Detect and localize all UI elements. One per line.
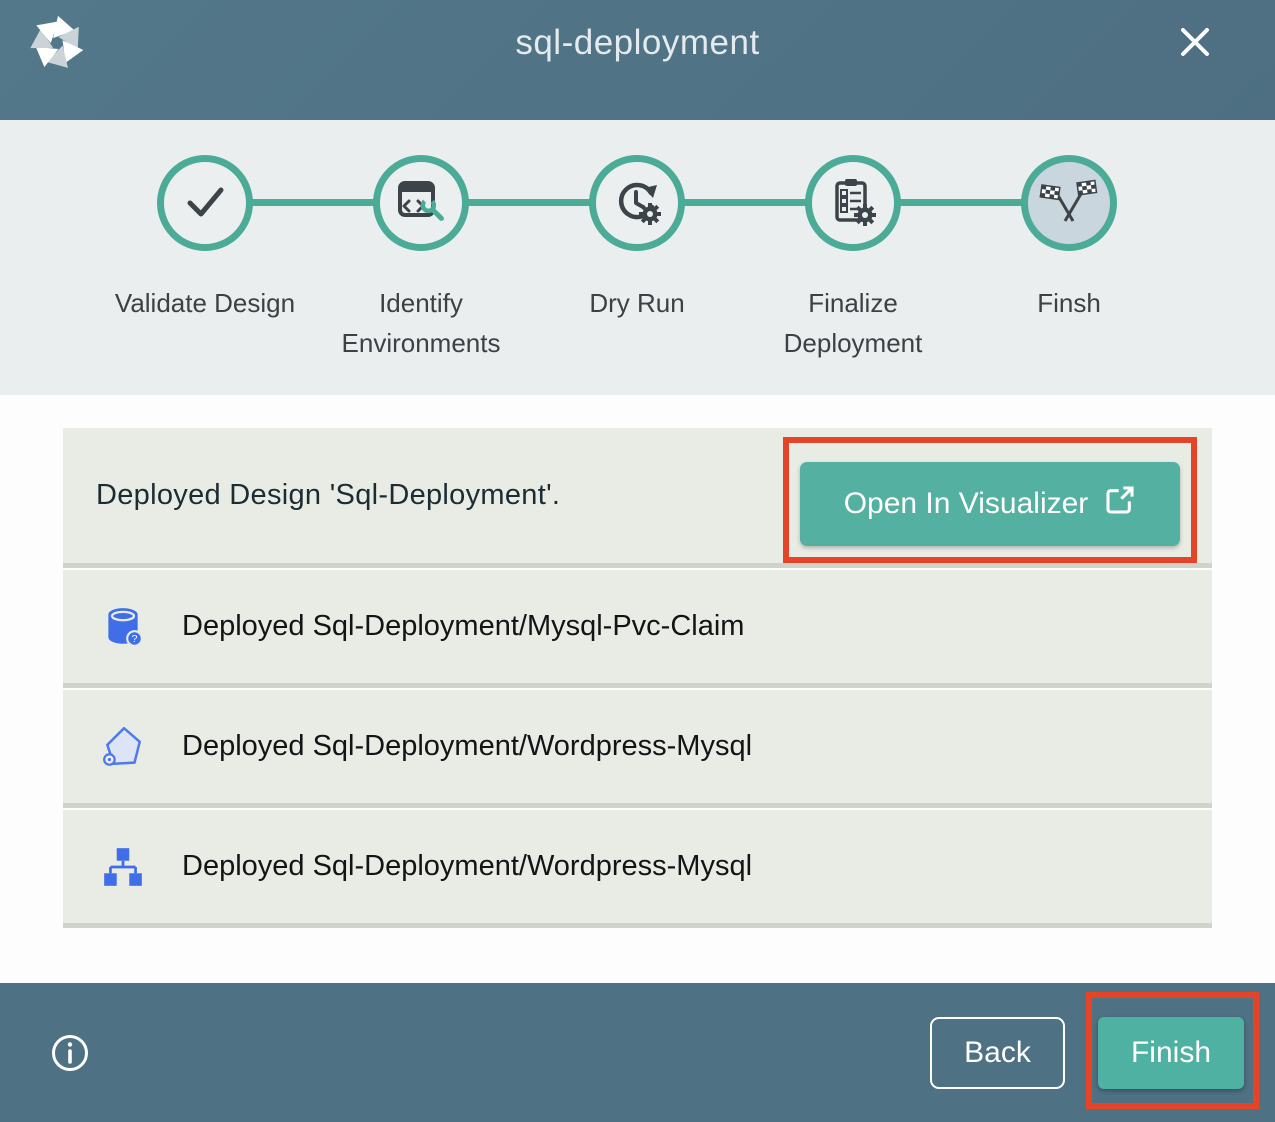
step-identify-environments: Identify Environments bbox=[313, 120, 529, 363]
result-row-text: Deployed Sql-Deployment/Mysql-Pvc-Claim bbox=[182, 610, 744, 643]
svg-text:?: ? bbox=[132, 634, 138, 645]
result-row-pvc-claim: ? Deployed Sql-Deployment/Mysql-Pvc-Clai… bbox=[63, 570, 1212, 688]
step-circle bbox=[373, 155, 469, 251]
dry-run-sync-gear-icon bbox=[609, 173, 665, 234]
result-row-wordpress-mysql-2: Deployed Sql-Deployment/Wordpress-Mysql bbox=[63, 810, 1212, 928]
step-finish: Finsh bbox=[961, 120, 1177, 363]
step-label: Validate Design bbox=[105, 283, 305, 323]
step-circle bbox=[589, 155, 685, 251]
step-label: Dry Run bbox=[537, 283, 737, 323]
result-row-wordpress-mysql-1: Deployed Sql-Deployment/Wordpress-Mysql bbox=[63, 690, 1212, 808]
deployment-stepper: Validate Design Ident bbox=[0, 120, 1275, 395]
deployed-design-row: Deployed Design 'Sql-Deployment'. Open I… bbox=[63, 428, 1212, 568]
step-circle-active bbox=[1021, 155, 1117, 251]
step-label: Finalize Deployment bbox=[753, 283, 953, 363]
result-row-text: Deployed Sql-Deployment/Wordpress-Mysql bbox=[182, 850, 752, 883]
close-x-icon[interactable] bbox=[1173, 20, 1217, 64]
code-tools-icon bbox=[393, 173, 449, 234]
result-row-text: Deployed Sql-Deployment/Wordpress-Mysql bbox=[182, 730, 752, 763]
external-link-icon bbox=[1104, 484, 1136, 524]
pentagon-component-icon bbox=[100, 724, 146, 770]
checkered-flags-icon bbox=[1039, 171, 1099, 236]
step-dry-run: Dry Run bbox=[529, 120, 745, 363]
step-label: Finsh bbox=[969, 283, 1169, 323]
step-circle bbox=[805, 155, 901, 251]
step-label: Identify Environments bbox=[321, 283, 521, 363]
modal-footer: Back Finish bbox=[0, 983, 1275, 1122]
deployment-results: Deployed Design 'Sql-Deployment'. Open I… bbox=[0, 395, 1275, 983]
step-circle bbox=[157, 155, 253, 251]
finish-button[interactable]: Finish bbox=[1098, 1017, 1244, 1089]
back-button[interactable]: Back bbox=[930, 1017, 1065, 1089]
modal-title: sql-deployment bbox=[0, 0, 1275, 86]
step-validate-design: Validate Design bbox=[97, 120, 313, 363]
check-icon bbox=[179, 175, 231, 232]
open-in-visualizer-button[interactable]: Open In Visualizer bbox=[800, 462, 1180, 546]
open-in-visualizer-label: Open In Visualizer bbox=[844, 487, 1089, 521]
clipboard-gear-icon bbox=[825, 173, 881, 234]
deployed-design-message: Deployed Design 'Sql-Deployment'. bbox=[96, 479, 560, 512]
database-icon: ? bbox=[100, 604, 146, 650]
modal-header: sql-deployment bbox=[0, 0, 1275, 120]
info-circle-icon[interactable] bbox=[50, 1033, 90, 1073]
hierarchy-icon bbox=[100, 844, 146, 890]
step-finalize-deployment: Finalize Deployment bbox=[745, 120, 961, 363]
